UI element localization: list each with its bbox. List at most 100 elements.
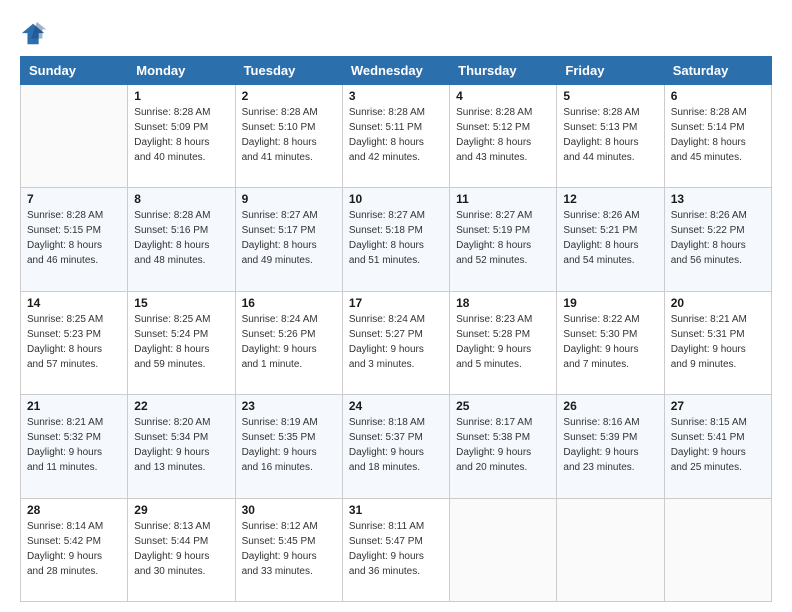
day-cell: [450, 498, 557, 601]
day-number: 28: [27, 503, 121, 517]
day-detail: Sunrise: 8:15 AMSunset: 5:41 PMDaylight:…: [671, 415, 765, 475]
week-row: 21 Sunrise: 8:21 AMSunset: 5:32 PMDayligh…: [21, 395, 772, 498]
day-detail: Sunrise: 8:21 AMSunset: 5:31 PMDaylight:…: [671, 312, 765, 372]
day-number: 7: [27, 192, 121, 206]
day-cell: 4 Sunrise: 8:28 AMSunset: 5:12 PMDaylight…: [450, 85, 557, 188]
header-day: Friday: [557, 57, 664, 85]
header-day: Tuesday: [235, 57, 342, 85]
day-number: 24: [349, 399, 443, 413]
day-detail: Sunrise: 8:28 AMSunset: 5:15 PMDaylight:…: [27, 208, 121, 268]
day-detail: Sunrise: 8:16 AMSunset: 5:39 PMDaylight:…: [563, 415, 657, 475]
day-number: 16: [242, 296, 336, 310]
day-cell: 6 Sunrise: 8:28 AMSunset: 5:14 PMDaylight…: [664, 85, 771, 188]
day-detail: Sunrise: 8:27 AMSunset: 5:17 PMDaylight:…: [242, 208, 336, 268]
day-detail: Sunrise: 8:27 AMSunset: 5:18 PMDaylight:…: [349, 208, 443, 268]
day-cell: 7 Sunrise: 8:28 AMSunset: 5:15 PMDaylight…: [21, 188, 128, 291]
day-detail: Sunrise: 8:28 AMSunset: 5:12 PMDaylight:…: [456, 105, 550, 165]
day-cell: 24 Sunrise: 8:18 AMSunset: 5:37 PMDayligh…: [342, 395, 449, 498]
day-cell: 11 Sunrise: 8:27 AMSunset: 5:19 PMDayligh…: [450, 188, 557, 291]
header-day: Wednesday: [342, 57, 449, 85]
day-number: 30: [242, 503, 336, 517]
day-detail: Sunrise: 8:21 AMSunset: 5:32 PMDaylight:…: [27, 415, 121, 475]
header-row: SundayMondayTuesdayWednesdayThursdayFrid…: [21, 57, 772, 85]
day-detail: Sunrise: 8:28 AMSunset: 5:13 PMDaylight:…: [563, 105, 657, 165]
day-detail: Sunrise: 8:28 AMSunset: 5:10 PMDaylight:…: [242, 105, 336, 165]
day-cell: 26 Sunrise: 8:16 AMSunset: 5:39 PMDayligh…: [557, 395, 664, 498]
day-detail: Sunrise: 8:17 AMSunset: 5:38 PMDaylight:…: [456, 415, 550, 475]
day-cell: 29 Sunrise: 8:13 AMSunset: 5:44 PMDayligh…: [128, 498, 235, 601]
day-cell: 2 Sunrise: 8:28 AMSunset: 5:10 PMDaylight…: [235, 85, 342, 188]
day-number: 1: [134, 89, 228, 103]
day-detail: Sunrise: 8:28 AMSunset: 5:11 PMDaylight:…: [349, 105, 443, 165]
day-cell: 22Sunrise: 8:20 AMSunset: 5:34 PMDayligh…: [128, 395, 235, 498]
calendar-table: SundayMondayTuesdayWednesdayThursdayFrid…: [20, 56, 772, 602]
day-detail: Sunrise: 8:24 AMSunset: 5:27 PMDaylight:…: [349, 312, 443, 372]
day-detail: Sunrise: 8:28 AMSunset: 5:16 PMDaylight:…: [134, 208, 228, 268]
day-number: 27: [671, 399, 765, 413]
logo-icon: [20, 20, 48, 48]
week-row: 14Sunrise: 8:25 AMSunset: 5:23 PMDayligh…: [21, 291, 772, 394]
day-detail: Sunrise: 8:27 AMSunset: 5:19 PMDaylight:…: [456, 208, 550, 268]
day-cell: 30 Sunrise: 8:12 AMSunset: 5:45 PMDayligh…: [235, 498, 342, 601]
day-cell: 14Sunrise: 8:25 AMSunset: 5:23 PMDayligh…: [21, 291, 128, 394]
day-cell: 18Sunrise: 8:23 AMSunset: 5:28 PMDayligh…: [450, 291, 557, 394]
day-detail: Sunrise: 8:12 AMSunset: 5:45 PMDaylight:…: [242, 519, 336, 579]
day-cell: 25Sunrise: 8:17 AMSunset: 5:38 PMDayligh…: [450, 395, 557, 498]
day-number: 18: [456, 296, 550, 310]
day-cell: 27 Sunrise: 8:15 AMSunset: 5:41 PMDayligh…: [664, 395, 771, 498]
day-detail: Sunrise: 8:26 AMSunset: 5:22 PMDaylight:…: [671, 208, 765, 268]
day-number: 2: [242, 89, 336, 103]
header-day: Saturday: [664, 57, 771, 85]
day-number: 10: [349, 192, 443, 206]
day-number: 6: [671, 89, 765, 103]
header-day: Thursday: [450, 57, 557, 85]
day-cell: 8 Sunrise: 8:28 AMSunset: 5:16 PMDaylight…: [128, 188, 235, 291]
week-row: 28Sunrise: 8:14 AMSunset: 5:42 PMDayligh…: [21, 498, 772, 601]
logo: [20, 20, 52, 48]
day-number: 19: [563, 296, 657, 310]
day-number: 4: [456, 89, 550, 103]
day-cell: 20Sunrise: 8:21 AMSunset: 5:31 PMDayligh…: [664, 291, 771, 394]
day-number: 29: [134, 503, 228, 517]
day-detail: Sunrise: 8:18 AMSunset: 5:37 PMDaylight:…: [349, 415, 443, 475]
header: [20, 20, 772, 48]
day-cell: 21 Sunrise: 8:21 AMSunset: 5:32 PMDayligh…: [21, 395, 128, 498]
day-number: 8: [134, 192, 228, 206]
day-number: 17: [349, 296, 443, 310]
day-detail: Sunrise: 8:22 AMSunset: 5:30 PMDaylight:…: [563, 312, 657, 372]
day-number: 26: [563, 399, 657, 413]
day-cell: [557, 498, 664, 601]
day-number: 5: [563, 89, 657, 103]
day-detail: Sunrise: 8:25 AMSunset: 5:24 PMDaylight:…: [134, 312, 228, 372]
day-number: 11: [456, 192, 550, 206]
day-cell: 31 Sunrise: 8:11 AMSunset: 5:47 PMDayligh…: [342, 498, 449, 601]
day-number: 31: [349, 503, 443, 517]
day-cell: 12Sunrise: 8:26 AMSunset: 5:21 PMDayligh…: [557, 188, 664, 291]
header-day: Sunday: [21, 57, 128, 85]
day-cell: 23Sunrise: 8:19 AMSunset: 5:35 PMDayligh…: [235, 395, 342, 498]
day-cell: 5 Sunrise: 8:28 AMSunset: 5:13 PMDaylight…: [557, 85, 664, 188]
day-detail: Sunrise: 8:28 AMSunset: 5:14 PMDaylight:…: [671, 105, 765, 165]
day-cell: 13 Sunrise: 8:26 AMSunset: 5:22 PMDayligh…: [664, 188, 771, 291]
day-detail: Sunrise: 8:19 AMSunset: 5:35 PMDaylight:…: [242, 415, 336, 475]
day-number: 13: [671, 192, 765, 206]
header-day: Monday: [128, 57, 235, 85]
day-number: 9: [242, 192, 336, 206]
day-cell: 16Sunrise: 8:24 AMSunset: 5:26 PMDayligh…: [235, 291, 342, 394]
day-cell: 28Sunrise: 8:14 AMSunset: 5:42 PMDayligh…: [21, 498, 128, 601]
day-detail: Sunrise: 8:11 AMSunset: 5:47 PMDaylight:…: [349, 519, 443, 579]
day-number: 14: [27, 296, 121, 310]
day-number: 22: [134, 399, 228, 413]
day-cell: 19 Sunrise: 8:22 AMSunset: 5:30 PMDayligh…: [557, 291, 664, 394]
day-number: 3: [349, 89, 443, 103]
day-cell: [664, 498, 771, 601]
day-cell: 3 Sunrise: 8:28 AMSunset: 5:11 PMDaylight…: [342, 85, 449, 188]
day-cell: [21, 85, 128, 188]
page: SundayMondayTuesdayWednesdayThursdayFrid…: [0, 0, 792, 612]
day-number: 12: [563, 192, 657, 206]
week-row: 1Sunrise: 8:28 AMSunset: 5:09 PMDaylight…: [21, 85, 772, 188]
day-cell: 17 Sunrise: 8:24 AMSunset: 5:27 PMDayligh…: [342, 291, 449, 394]
day-detail: Sunrise: 8:13 AMSunset: 5:44 PMDaylight:…: [134, 519, 228, 579]
day-number: 21: [27, 399, 121, 413]
day-cell: 1Sunrise: 8:28 AMSunset: 5:09 PMDaylight…: [128, 85, 235, 188]
